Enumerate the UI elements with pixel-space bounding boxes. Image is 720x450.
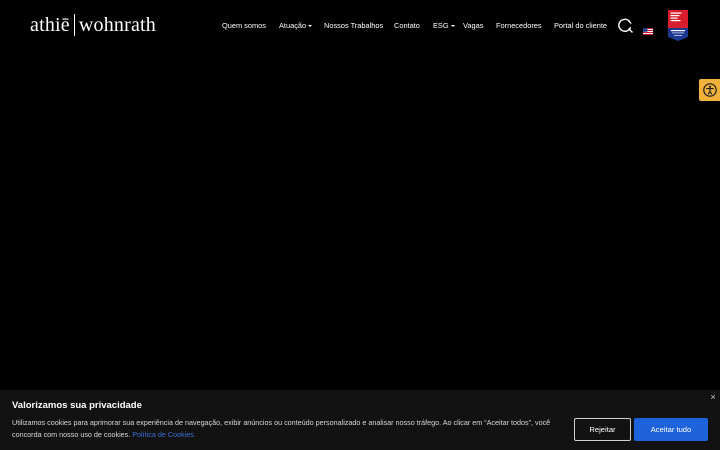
cookie-consent-banner: × Valorizamos sua privacidade Utilizamos… [0, 390, 720, 450]
nav-item-label: Vagas [463, 21, 484, 30]
nav-item-vagas[interactable]: Vagas [463, 20, 483, 32]
chevron-down-icon [308, 25, 313, 28]
close-icon[interactable]: × [708, 392, 718, 402]
nav-item-contato[interactable]: Contato [394, 20, 420, 32]
brand-logo[interactable]: athiē wohnrath [30, 13, 156, 37]
cookie-policy-link[interactable]: Política de Cookies [132, 430, 194, 439]
reject-button[interactable]: Rejeitar [574, 418, 631, 441]
brand-name-right: wohnrath [78, 13, 157, 36]
nav-item-portal-do-cliente[interactable]: Portal do cliente [554, 20, 607, 32]
us-flag-icon[interactable] [643, 22, 653, 35]
nav-item-nossos-trabalhos[interactable]: Nossos Trabalhos [324, 20, 383, 32]
nav-item-label: Nossos Trabalhos [324, 21, 384, 30]
site-header: athiē wohnrath Quem somos Atuação Nossos… [0, 0, 720, 50]
brand-name-left: athiē [30, 13, 70, 36]
search-icon[interactable] [618, 18, 633, 33]
cookie-banner-title: Valorizamos sua privacidade [12, 400, 142, 411]
accessibility-icon [702, 83, 717, 97]
nav-item-atuacao[interactable]: Atuação [279, 20, 313, 32]
nav-item-label: Atuação [279, 21, 307, 30]
brand-divider [73, 14, 75, 36]
nav-item-label: Quem somos [222, 21, 266, 30]
nav-item-quem-somos[interactable]: Quem somos [222, 20, 266, 32]
nav-item-label: Contato [394, 21, 420, 30]
accessibility-button[interactable] [699, 79, 720, 101]
nav-item-fornecedores[interactable]: Fornecedores [496, 20, 542, 32]
nav-item-esg[interactable]: ESG [433, 20, 455, 32]
great-place-to-work-badge [668, 10, 688, 41]
cookie-banner-description: Utilizamos cookies para aprimorar sua ex… [12, 418, 551, 439]
chevron-down-icon [450, 25, 455, 28]
cookie-banner-text: Utilizamos cookies para aprimorar sua ex… [12, 417, 557, 441]
nav-item-label: Portal do cliente [554, 21, 607, 30]
accept-all-button[interactable]: Aceitar tudo [634, 418, 708, 441]
nav-item-label: Fornecedores [496, 21, 542, 30]
nav-item-label: ESG [433, 21, 449, 30]
